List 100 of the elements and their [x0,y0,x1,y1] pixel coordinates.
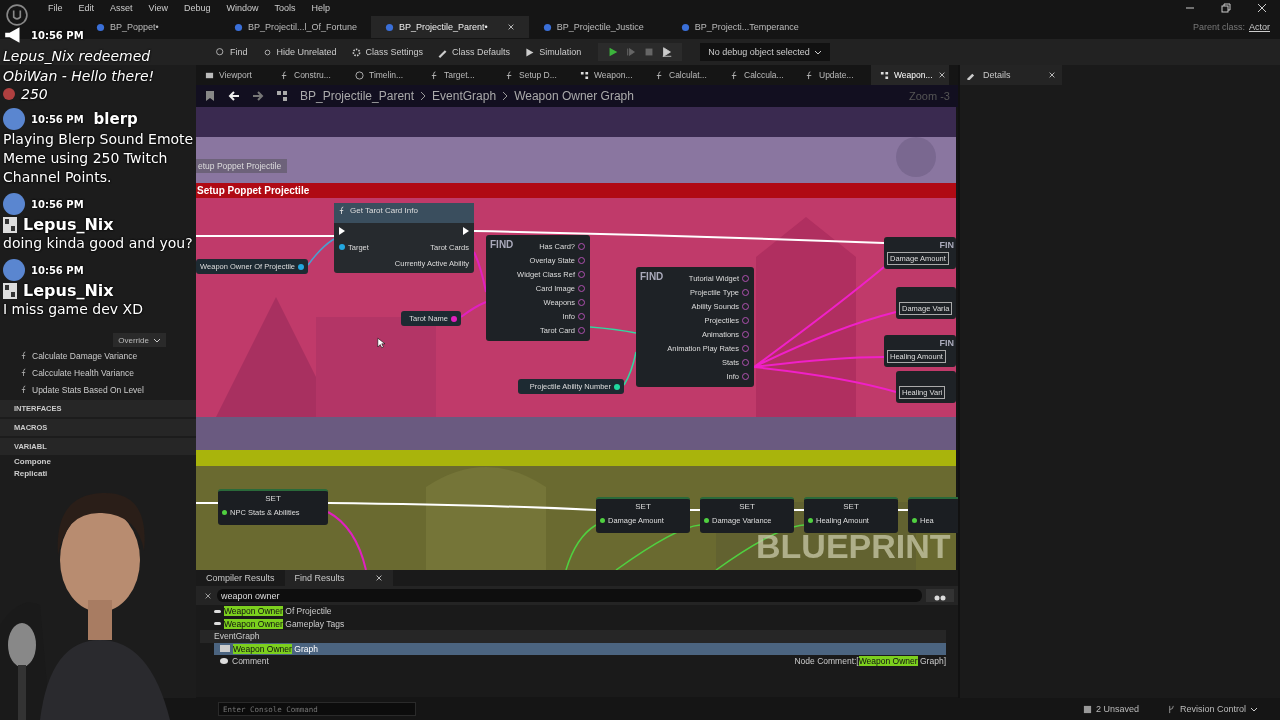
find-button[interactable] [926,589,954,602]
blueprint-icon [385,22,395,32]
back-arrow-icon[interactable] [228,90,240,102]
close-icon[interactable] [374,574,383,582]
toolbar-button[interactable]: Simulation [519,44,587,60]
graph-icon [276,90,288,102]
chevron-icon [502,91,509,101]
gear-icon [350,46,362,58]
editor-tab[interactable]: Timelin... [346,65,421,85]
menu-item[interactable]: View [140,3,176,13]
search-icon [215,46,226,58]
close-icon[interactable] [1048,71,1056,79]
search-field[interactable]: weapon owner [217,589,922,602]
comment-icon [220,658,228,665]
function-item[interactable]: Calculate Damage Variance [0,347,196,364]
toolbar-button[interactable]: Class Settings [345,44,429,60]
chat-time: 10:56 PM [31,198,84,210]
function-icon [20,368,27,377]
caret-icon [1250,706,1258,712]
document-tab[interactable]: BP_Projecti...Temperance [666,16,813,38]
document-tab[interactable]: BP_Projectile_Justice [528,16,667,38]
play-icon [524,46,536,58]
chat-time: 10:56 PM [31,113,84,125]
toolbar-button[interactable]: Hide Unrelated [256,44,342,60]
document-tab[interactable]: BP_Projectil...l_Of_Fortune [220,16,372,38]
editor-tab[interactable]: Target... [421,65,496,85]
override-dropdown[interactable]: Override [113,333,166,347]
function-icon [655,70,664,80]
branch-icon [1166,704,1176,714]
menu-item[interactable]: Debug [175,3,219,13]
panel-tab[interactable]: Find Results [284,570,393,586]
editor-tab[interactable]: Calccula... [721,65,796,85]
function-item[interactable]: Update Stats Based On Level [0,381,196,398]
editor-tab[interactable]: Calculat... [646,65,721,85]
graph-icon [220,645,230,653]
category-item[interactable]: Replicati [0,467,196,479]
editor-tab[interactable]: Weapon... [871,65,949,85]
document-tab[interactable]: BP_Poppet• [82,16,220,38]
step-icon[interactable] [625,46,638,58]
breadcrumb-link[interactable]: EventGraph [432,89,497,103]
function-icon [20,385,27,394]
breadcrumb-link[interactable]: Weapon Owner Graph [514,89,634,103]
unsaved-button[interactable]: 2 Unsaved [1076,703,1145,715]
graph-icon [580,70,589,80]
debug-object-dropdown[interactable]: No debug object selected [700,43,830,61]
blueprint-icon [680,22,690,32]
menu-item[interactable]: Window [218,3,267,13]
clock-icon [355,70,364,80]
blueprint-icon [542,22,552,32]
chat-message: I miss game dev XD [3,300,144,319]
function-item[interactable]: Calcculate Health Variance [0,364,196,381]
document-tab[interactable]: BP_Projectile_Parent• [371,16,529,38]
breadcrumb-link[interactable]: BP_Projectile_Parent [300,89,415,103]
revision-control-button[interactable]: Revision Control [1160,703,1264,715]
menu-item[interactable]: Help [303,3,338,13]
result-row[interactable]: Weapon Owner Of Projectile [214,605,946,618]
toolbar-button[interactable]: Class Defaults [432,44,516,60]
close-icon[interactable] [506,23,515,31]
result-row[interactable]: Weapon Owner Gameplay Tags [214,617,946,630]
chat-username: Lepus_Nix [23,281,114,300]
editor-tab[interactable]: Weapon... [571,65,646,85]
eject-icon[interactable] [661,46,674,58]
function-icon [730,70,739,80]
chat-time: 10:56 PM [31,29,84,41]
chat-message: Lepus_Nix redeemed ObiWan - Hello there! [3,47,156,86]
panel-tab[interactable]: Compiler Results [196,570,285,586]
points-amount: 250 [21,86,48,102]
menu-item[interactable]: Asset [102,3,141,13]
variable-icon [214,622,221,626]
function-icon [505,70,514,80]
engine-logo-icon[interactable] [6,4,28,26]
editor-tab[interactable]: Update... [796,65,871,85]
editor-tab[interactable]: Constru... [271,65,346,85]
menu-item[interactable]: Edit [70,3,103,13]
restore-icon[interactable] [1221,3,1231,13]
function-icon [280,70,289,80]
graph-icon [880,70,889,80]
chat-message: Playing Blerp Sound Emote Meme using 250 Twitch Channel Points. [3,130,195,187]
blueprint-icon [234,22,243,32]
parent-class-link[interactable]: Actor [1249,22,1270,32]
function-icon [20,351,27,360]
chat-username: Lepus_Nix [23,215,114,234]
category-item[interactable]: Compone [0,455,196,467]
clear-icon[interactable] [204,591,212,600]
caret-icon [153,337,161,343]
variable-icon [214,609,221,613]
close-icon[interactable] [1257,3,1267,13]
forward-arrow-icon[interactable] [252,90,264,102]
menu-item[interactable]: File [40,3,71,13]
editor-tab[interactable]: Viewport [196,65,271,85]
editor-tab[interactable]: Setup D... [496,65,571,85]
caret-icon [813,49,822,55]
details-tab[interactable]: Details [960,65,1062,85]
result-row[interactable]: EventGraph [200,630,946,643]
menu-item[interactable]: Tools [266,3,304,13]
chat-message: doing kinda good and you? [3,234,194,253]
bookmark-icon[interactable] [204,90,216,102]
save-icon [1082,704,1092,714]
toolbar-button[interactable]: Find [210,44,253,60]
close-icon[interactable] [937,71,946,79]
